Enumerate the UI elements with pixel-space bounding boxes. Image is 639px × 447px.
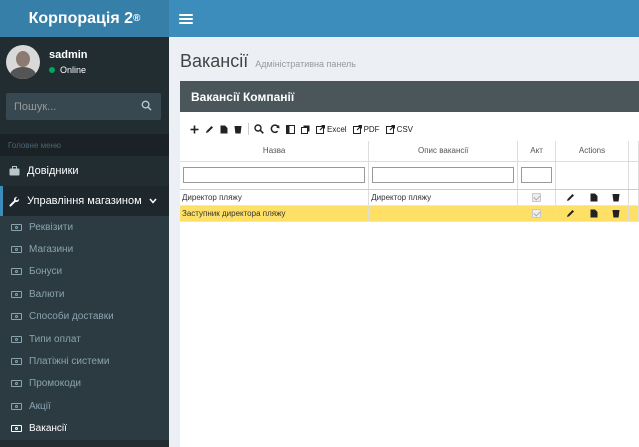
sidebar-item-delivery[interactable]: Способи доставки [0, 306, 169, 328]
menu-header: Головне меню [0, 134, 169, 156]
briefcase-icon [8, 166, 20, 176]
active-checkbox[interactable] [532, 208, 542, 218]
sidebar-item-promotions[interactable]: Акції [0, 395, 169, 417]
delete-button[interactable] [234, 125, 242, 134]
sidebar-item-directories[interactable]: Довідники [0, 156, 169, 186]
sidebar-item-label: Управління магазином [27, 195, 142, 207]
wrench-icon [8, 196, 20, 207]
online-dot-icon [49, 67, 55, 73]
brand-mark: ® [133, 13, 141, 24]
sub-menu: Реквізити Магазини Бонуси Валюти Способи… [0, 216, 169, 440]
sidebar-item-promocodes[interactable]: Промокоди [0, 373, 169, 395]
search-input[interactable] [14, 100, 124, 113]
filter-description-input[interactable] [372, 167, 515, 183]
copy-button[interactable] [301, 125, 310, 134]
money-icon [11, 358, 22, 366]
export-csv-button[interactable]: CSV [385, 124, 414, 134]
row-delete-icon[interactable] [612, 193, 620, 202]
refresh-button[interactable] [270, 124, 280, 134]
page-header: Вакансії Адміністративна панель [180, 51, 356, 72]
brand-name: Корпорація 2 [28, 9, 133, 27]
money-icon [11, 223, 22, 231]
sidebar-toggle-icon[interactable] [179, 13, 193, 24]
cell-description: Директор пляжу [368, 189, 519, 206]
filter-active-input[interactable] [521, 167, 553, 183]
chevron-down-icon [149, 195, 157, 207]
column-header-name[interactable]: Назва [180, 141, 370, 162]
column-header-description[interactable]: Опис вакансії [368, 141, 519, 162]
sidebar-item-payment-types[interactable]: Типи оплат [0, 328, 169, 350]
sidebar-item-label: Довідники [27, 165, 79, 177]
page-subtitle: Адміністративна панель [255, 59, 356, 69]
money-icon [11, 246, 22, 254]
vacancies-table: Назва Опис вакансії Акт Actions Директор… [180, 141, 639, 222]
vacancies-box: Вакансії Компанії Excel PDF CSV Назва Оп… [180, 81, 639, 447]
sidebar-item-payment-systems[interactable]: Платіжні системи [0, 350, 169, 372]
add-button[interactable] [190, 125, 199, 134]
money-icon [11, 425, 22, 433]
row-view-icon[interactable] [590, 193, 598, 202]
column-header-active[interactable]: Акт [517, 141, 557, 162]
cell-name: Директор пляжу [180, 189, 370, 206]
top-navbar [169, 0, 639, 37]
sidebar-item-shops[interactable]: Магазини [0, 238, 169, 260]
search-icon[interactable] [141, 100, 152, 114]
filter-name-input[interactable] [183, 167, 366, 183]
grid-toolbar: Excel PDF CSV [180, 120, 639, 138]
edit-button[interactable] [205, 125, 214, 134]
export-csv-label: CSV [396, 124, 414, 134]
sidebar-item-bonuses[interactable]: Бонуси [0, 261, 169, 283]
sidebar-item-requisites[interactable]: Реквізити [0, 216, 169, 238]
row-edit-icon[interactable] [566, 193, 575, 202]
page-title: Вакансії [180, 51, 249, 71]
row-delete-icon[interactable] [612, 209, 620, 218]
user-status: Online [49, 65, 88, 75]
money-icon [11, 335, 22, 343]
export-pdf-button[interactable]: PDF [352, 124, 380, 134]
user-name: sadmin [49, 49, 88, 61]
sidebar-item-currencies[interactable]: Валюти [0, 283, 169, 305]
box-title: Вакансії Компанії [180, 81, 639, 112]
columns-button[interactable] [286, 124, 295, 134]
sidebar-item-vacancies[interactable]: Вакансії [0, 418, 169, 440]
export-excel-label: Excel [327, 124, 347, 134]
sidebar: sadmin Online Головне меню Довідники Упр… [0, 37, 169, 447]
cell-description [368, 205, 519, 222]
sidebar-search [6, 93, 161, 120]
export-excel-button[interactable]: Excel [316, 124, 347, 134]
column-header-actions: Actions [555, 141, 629, 162]
money-icon [11, 268, 22, 276]
content-area: Вакансії Адміністративна панель Вакансії… [169, 37, 639, 447]
brand-logo[interactable]: Корпорація 2 ® [0, 0, 169, 37]
row-edit-icon[interactable] [566, 209, 575, 218]
table-row[interactable]: Заступник директора пляжу [180, 205, 639, 222]
user-panel: sadmin Online [0, 37, 169, 87]
money-icon [11, 380, 22, 388]
money-icon [11, 290, 22, 298]
export-pdf-label: PDF [363, 124, 380, 134]
active-checkbox[interactable] [532, 192, 542, 202]
cell-name: Заступник директора пляжу [180, 205, 370, 222]
money-icon [11, 313, 22, 321]
view-button[interactable] [220, 125, 228, 134]
table-row[interactable]: Директор пляжу Директор пляжу [180, 189, 639, 206]
money-icon [11, 402, 22, 410]
sidebar-item-shop-management[interactable]: Управління магазином [0, 186, 169, 216]
search-button[interactable] [254, 124, 264, 134]
avatar [6, 45, 40, 79]
row-view-icon[interactable] [590, 209, 598, 218]
